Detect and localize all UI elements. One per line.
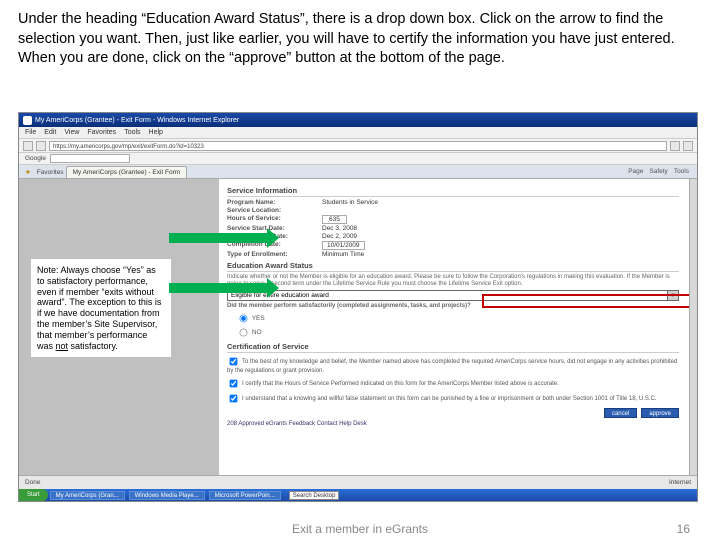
- section-service-heading: Service Information: [227, 186, 679, 197]
- hours-label: Hours of Service:: [227, 215, 322, 224]
- browser-tab[interactable]: My AmeriCorps (Grantee) - Exit Form: [66, 166, 188, 178]
- chevron-down-icon[interactable]: ▾: [667, 291, 678, 300]
- award-description: Indicate whether or not the Member is el…: [227, 274, 679, 288]
- favorites-label[interactable]: Favorites: [37, 169, 64, 176]
- start-button[interactable]: Start: [19, 489, 48, 501]
- menu-tools[interactable]: Tools: [124, 129, 140, 136]
- forward-button[interactable]: [36, 141, 46, 151]
- embedded-screenshot: My AmeriCorps (Grantee) - Exit Form - Wi…: [18, 112, 698, 502]
- cert1-text: To the best of my knowledge and belief, …: [227, 359, 677, 374]
- note-underlined: not: [56, 341, 69, 351]
- form-panel: Service Information Program Name:Student…: [219, 179, 689, 475]
- perf-no-row[interactable]: NO: [237, 326, 679, 339]
- tools-menu[interactable]: Tools: [674, 168, 689, 175]
- cert2-text: I certify that the Hours of Service Perf…: [242, 381, 559, 387]
- refresh-button[interactable]: [670, 141, 680, 151]
- cert3-text: I understand that a knowing and willful …: [242, 396, 657, 402]
- service-location-label: Service Location:: [227, 207, 322, 214]
- status-zone: Internet: [669, 479, 691, 486]
- green-arrow-1: [169, 233, 269, 243]
- section-award-heading: Education Award Status: [227, 261, 679, 272]
- perf-yes-radio[interactable]: [240, 314, 248, 322]
- instruction-text: Under the heading “Education Award Statu…: [18, 11, 675, 66]
- address-bar[interactable]: https://my.americorps.gov/mp/exit/exitFo…: [49, 141, 667, 151]
- safety-menu[interactable]: Safety: [649, 168, 667, 175]
- enrollment-type-label: Type of Enrollment:: [227, 251, 322, 258]
- program-name-label: Program Name:: [227, 199, 322, 206]
- search-desktop-input[interactable]: Search Desktop: [289, 491, 340, 500]
- taskbar-item-2[interactable]: Windows Media Playe...: [129, 491, 205, 500]
- program-name-value: Students in Service: [322, 199, 378, 206]
- tab-tools: Page Safety Tools: [628, 164, 693, 178]
- menu-favorites[interactable]: Favorites: [87, 129, 116, 136]
- address-toolbar: https://my.americorps.gov/mp/exit/exitFo…: [19, 139, 697, 153]
- enrollment-type-value: Minimum Time: [322, 251, 364, 258]
- perf-yes-label: YES: [252, 315, 265, 322]
- status-done: Done: [25, 479, 41, 486]
- google-toolbar: Google: [19, 153, 697, 165]
- expected-end-value: Dec 2, 2009: [322, 233, 357, 240]
- google-label: Google: [25, 155, 46, 162]
- perf-yes-row[interactable]: YES: [237, 312, 679, 325]
- menu-edit[interactable]: Edit: [44, 129, 56, 136]
- taskbar-item-1[interactable]: My AmeriCorps (Gran...: [50, 491, 125, 500]
- green-arrow-2: [169, 283, 269, 293]
- start-date-value: Dec 3, 2008: [322, 225, 357, 232]
- taskbar: Start My AmeriCorps (Gran... Windows Med…: [19, 489, 697, 501]
- award-status-dropdown[interactable]: Eligible for entire education award ▾: [227, 290, 679, 301]
- note-suffix: satisfactory.: [68, 341, 118, 351]
- page-gutter: Note: Always choose “Yes” as to satisfac…: [19, 179, 219, 475]
- stop-button[interactable]: [683, 141, 693, 151]
- menubar: File Edit View Favorites Tools Help: [19, 127, 697, 139]
- cert1-checkbox[interactable]: [230, 357, 238, 365]
- google-search-input[interactable]: [50, 154, 130, 163]
- hours-value: 635: [322, 215, 347, 224]
- window-titlebar: My AmeriCorps (Grantee) - Exit Form - Wi…: [19, 113, 697, 127]
- cert3-checkbox[interactable]: [230, 394, 238, 402]
- taskbar-item-3[interactable]: Microsoft PowerPoin...: [209, 491, 281, 500]
- menu-view[interactable]: View: [64, 129, 79, 136]
- perf-no-radio[interactable]: [240, 328, 248, 336]
- approve-button[interactable]: approve: [641, 408, 679, 418]
- window-title: My AmeriCorps (Grantee) - Exit Form - Wi…: [35, 117, 239, 124]
- scrollbar[interactable]: [689, 179, 697, 475]
- bottom-links[interactable]: 208 Approved eGrants Feedback Contact He…: [227, 421, 679, 427]
- statusbar: Done Internet: [19, 475, 697, 489]
- cert2-checkbox[interactable]: [230, 379, 238, 387]
- section-cert-heading: Certification of Service: [227, 342, 679, 353]
- footer-center: Exit a member in eGrants: [292, 522, 428, 536]
- cancel-button[interactable]: cancel: [604, 408, 637, 418]
- perf-no-label: NO: [252, 329, 262, 336]
- completion-date-value: 10/01/2009: [322, 241, 365, 250]
- performance-question: Did the member perform satisfactorily (c…: [227, 303, 679, 310]
- slide-footer: Exit a member in eGrants 16: [0, 522, 720, 536]
- back-button[interactable]: [23, 141, 33, 151]
- menu-help[interactable]: Help: [149, 129, 163, 136]
- page-number: 16: [677, 522, 690, 536]
- tab-strip: ★ Favorites My AmeriCorps (Grantee) - Ex…: [19, 165, 697, 179]
- note-prefix: Note: Always choose “Yes” as to satisfac…: [37, 265, 161, 351]
- instruction-paragraph: Under the heading “Education Award Statu…: [0, 0, 720, 75]
- ie-icon: [23, 116, 32, 125]
- page-menu[interactable]: Page: [628, 168, 643, 175]
- menu-file[interactable]: File: [25, 129, 36, 136]
- note-callout: Note: Always choose “Yes” as to satisfac…: [31, 259, 171, 357]
